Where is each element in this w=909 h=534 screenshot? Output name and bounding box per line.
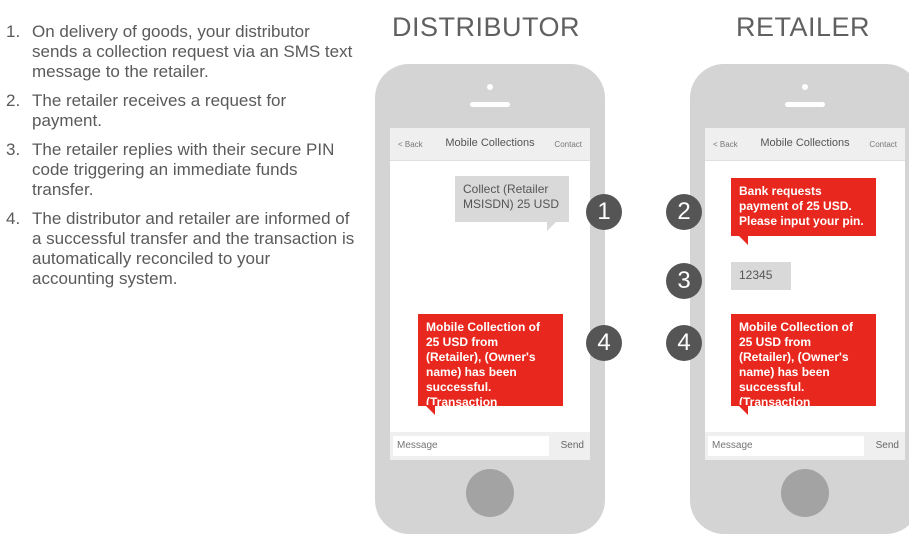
step-item: 2. The retailer receives a request for p… <box>6 91 356 131</box>
step-item: 1. On delivery of goods, your distributo… <box>6 22 356 82</box>
speaker-grille <box>470 102 510 107</box>
message-input[interactable] <box>393 436 549 456</box>
distributor-screen: < Back Mobile Collections Contact Collec… <box>390 128 590 460</box>
steps-list: 1. On delivery of goods, your distributo… <box>6 22 356 298</box>
step-badge-1: 1 <box>586 194 622 230</box>
bubble-tail <box>547 221 557 231</box>
camera-dot <box>802 84 808 90</box>
step-badge-4: 4 <box>586 325 622 361</box>
collect-request-message: Collect (Retailer MSISDN) 25 USD <box>455 176 569 231</box>
step-item: 3. The retailer replies with their secur… <box>6 140 356 200</box>
nav-bar: < Back Mobile Collections Contact <box>705 128 905 161</box>
step-badge-2: 2 <box>666 194 702 230</box>
bubble-tail <box>425 405 435 415</box>
speaker-grille <box>785 102 825 107</box>
message-text: Collect (Retailer MSISDN) 25 USD <box>463 182 560 211</box>
message-bar: Send <box>705 432 905 460</box>
step-text: On delivery of goods, your distributor s… <box>32 22 353 81</box>
retailer-phone: < Back Mobile Collections Contact Bank r… <box>690 64 909 534</box>
success-message: Mobile Collection of 25 USD from (Retail… <box>731 314 876 424</box>
retailer-title: RETAILER <box>736 12 871 42</box>
send-button[interactable]: Send <box>561 440 584 451</box>
distributor-title: DISTRIBUTOR <box>392 12 581 42</box>
step-number: 1. <box>6 22 21 41</box>
step-number: 2. <box>6 91 21 110</box>
message-text: Bank requests payment of 25 USD. Please … <box>739 184 864 228</box>
message-text: 12345 <box>739 268 773 282</box>
success-message: Mobile Collection of 25 USD from (Retail… <box>418 314 563 424</box>
message-input[interactable] <box>708 436 864 456</box>
step-badge-4: 4 <box>666 325 702 361</box>
message-text: Mobile Collection of 25 USD from (Retail… <box>739 320 853 424</box>
contact-button[interactable]: Contact <box>869 140 897 149</box>
payment-request-message: Bank requests payment of 25 USD. Please … <box>731 178 876 245</box>
bubble-tail <box>738 405 748 415</box>
step-text: The distributor and retailer are informe… <box>32 209 355 288</box>
step-text: The retailer replies with their secure P… <box>32 140 335 199</box>
send-button[interactable]: Send <box>876 440 899 451</box>
step-text: The retailer receives a request for paym… <box>32 91 287 130</box>
home-button[interactable] <box>466 469 514 517</box>
home-button[interactable] <box>781 469 829 517</box>
message-text: Mobile Collection of 25 USD from (Retail… <box>426 320 540 424</box>
step-item: 4. The distributor and retailer are info… <box>6 209 356 289</box>
bubble-tail <box>738 235 748 245</box>
distributor-phone: < Back Mobile Collections Contact Collec… <box>375 64 605 534</box>
camera-dot <box>487 84 493 90</box>
retailer-screen: < Back Mobile Collections Contact Bank r… <box>705 128 905 460</box>
step-number: 3. <box>6 140 21 159</box>
step-number: 4. <box>6 209 21 228</box>
nav-bar: < Back Mobile Collections Contact <box>390 128 590 161</box>
contact-button[interactable]: Contact <box>554 140 582 149</box>
message-bar: Send <box>390 432 590 460</box>
step-badge-3: 3 <box>666 263 702 299</box>
pin-reply-message: 12345 <box>731 262 791 290</box>
